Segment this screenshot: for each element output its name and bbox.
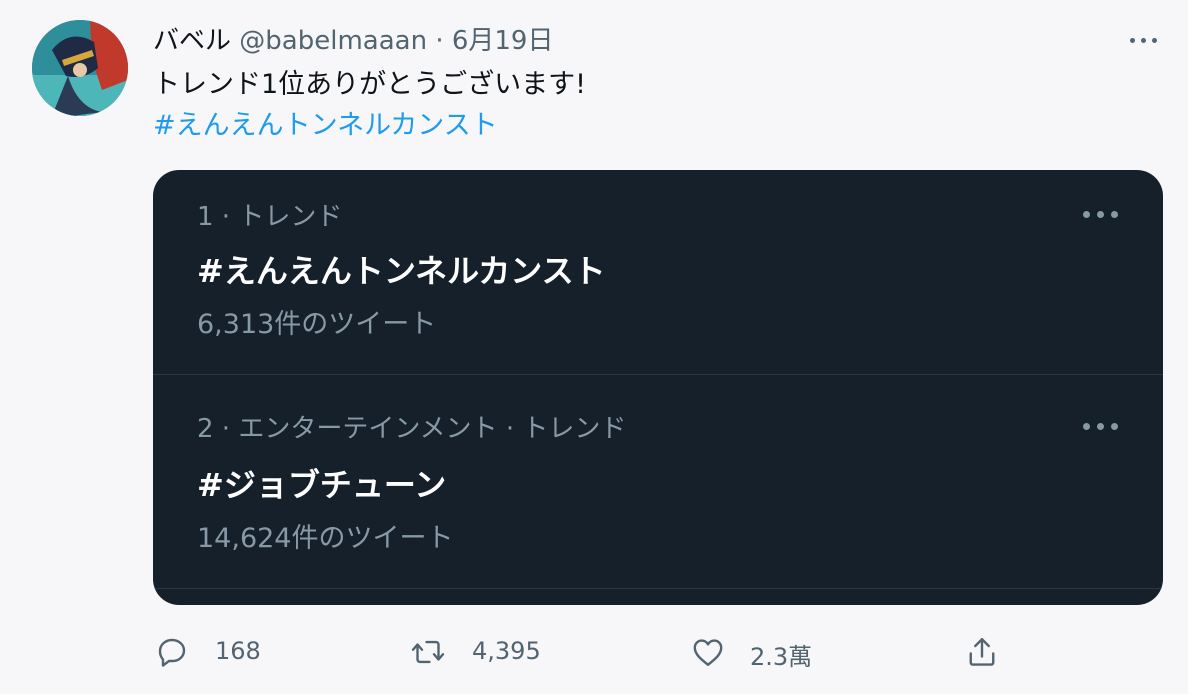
tweet-header: バベル @babelmaaan · 6月19日 [153, 24, 553, 58]
trend-rank-meta: 1 · トレンド [197, 202, 343, 232]
more-options-icon[interactable] [1128, 30, 1160, 50]
header-separator: · [435, 26, 444, 56]
tweet-date[interactable]: 6月19日 [452, 26, 554, 56]
author-name[interactable]: バベル [153, 26, 231, 56]
tweet-text: トレンド1位ありがとうございます! [153, 69, 587, 100]
trend-tweet-count: 14,624件のツイート [197, 523, 454, 554]
share-icon [969, 638, 995, 666]
trend-divider [153, 588, 1163, 589]
trend-rank-meta: 2 · エンターテインメント · トレンド [197, 414, 627, 444]
reply-button[interactable]: 168 [154, 630, 274, 674]
trend-item[interactable]: 2 · エンターテインメント · トレンド #ジョブチューン 14,624件のツ… [153, 384, 1163, 596]
like-button[interactable]: 2.3萬 [690, 630, 830, 674]
trend-title: #ジョブチューン [197, 466, 447, 504]
trend-tweet-count: 6,313件のツイート [197, 309, 437, 340]
avatar[interactable] [32, 20, 128, 116]
trends-screenshot-card: 1 · トレンド #えんえんトンネルカンスト 6,313件のツイート 2 · エ… [153, 170, 1163, 605]
tweet-action-bar: 168 4,395 2.3萬 [0, 630, 1188, 674]
trend-more-icon[interactable] [1083, 208, 1119, 222]
trend-item[interactable]: 1 · トレンド #えんえんトンネルカンスト 6,313件のツイート [153, 170, 1163, 382]
retweet-icon [411, 640, 445, 664]
retweet-count: 4,395 [472, 637, 541, 665]
heart-icon [693, 639, 723, 666]
trend-title: #えんえんトンネルカンスト [197, 252, 606, 290]
reply-count: 168 [215, 637, 261, 665]
author-handle[interactable]: @babelmaaan [239, 26, 427, 56]
trend-more-icon[interactable] [1083, 420, 1119, 434]
reply-bubble-icon [158, 638, 186, 667]
like-count: 2.3萬 [750, 643, 813, 671]
avatar-image [32, 20, 128, 116]
share-button[interactable] [964, 630, 1004, 674]
tweet-hashtag-link[interactable]: #えんえんトンネルカンスト [153, 108, 498, 144]
trend-divider [153, 374, 1163, 375]
retweet-button[interactable]: 4,395 [410, 630, 550, 674]
